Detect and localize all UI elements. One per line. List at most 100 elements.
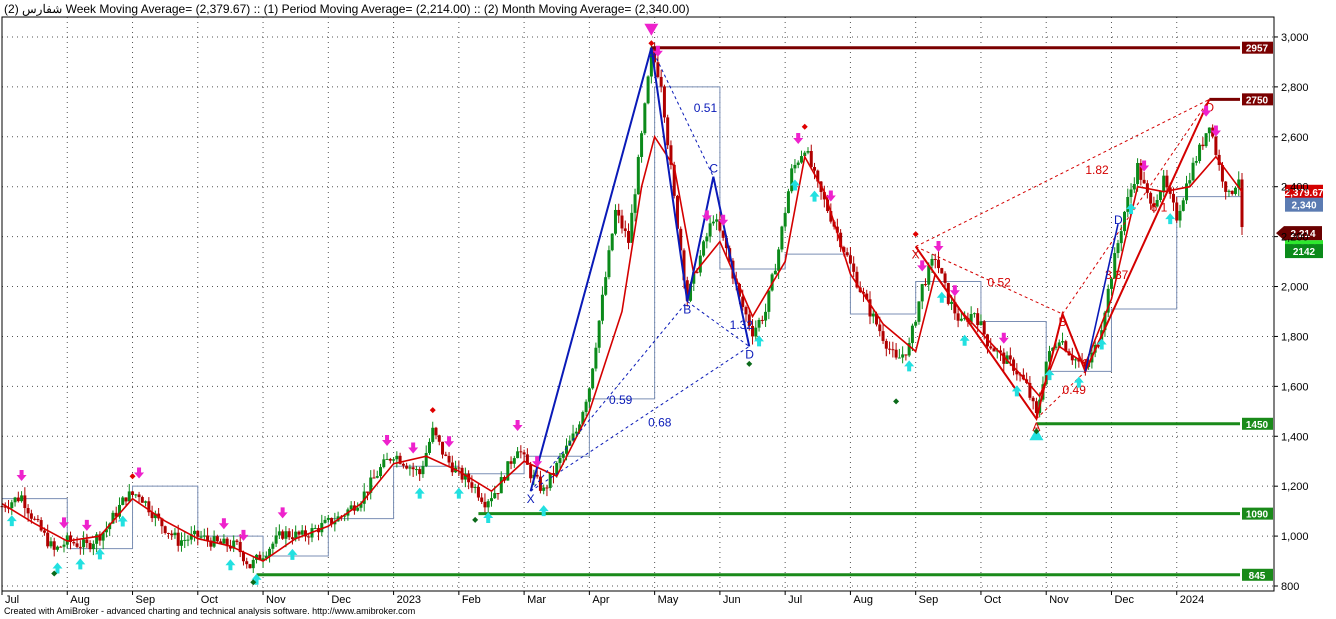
candle-body (1188, 180, 1192, 184)
level-tag-label: 2750 (1246, 95, 1269, 106)
candle-body (39, 520, 43, 531)
candle-body (486, 501, 490, 508)
candle-body (385, 458, 389, 460)
candle-body (516, 451, 520, 459)
candle-body (26, 508, 30, 514)
buy-arrow (936, 291, 947, 303)
candle-body (943, 273, 947, 283)
candle-body (496, 493, 500, 495)
candle-body (891, 349, 895, 351)
candle-body (375, 476, 379, 478)
blue-ratio-label: 1.32 (730, 318, 754, 332)
blue-point-label: C (709, 162, 718, 176)
candle-body (365, 491, 369, 493)
sell-arrow (16, 469, 27, 481)
red-ratio-line (1062, 99, 1210, 315)
candle-body (662, 86, 666, 118)
red-ratio-label: 6.1 (1151, 201, 1168, 215)
candle-body (584, 401, 588, 413)
candle-body (881, 331, 885, 341)
candle-body (241, 552, 245, 562)
candle-body (173, 532, 177, 536)
candle-body (708, 223, 712, 237)
candle-body (796, 162, 800, 165)
buy-arrow (809, 190, 820, 202)
candle-body (813, 167, 817, 171)
candle-body (780, 226, 784, 250)
candle-body (186, 539, 190, 541)
level-tag-label: 2957 (1246, 44, 1269, 55)
candle-body (457, 467, 461, 469)
blue-point-label: X (527, 492, 535, 506)
candle-body (131, 491, 135, 495)
candle-body (163, 526, 167, 533)
candle-body (1136, 163, 1140, 185)
x-tick-label: 2023 (397, 594, 421, 606)
candle-body (897, 357, 901, 359)
candle-body (1074, 359, 1078, 361)
candle-body (427, 441, 431, 453)
red-ratio-label: 0.49 (1063, 383, 1087, 397)
candle-body (388, 458, 392, 461)
y-tick-label: 1,000 (1281, 531, 1309, 543)
candle-body (878, 324, 882, 332)
candle-body (166, 532, 170, 534)
candle-body (382, 459, 386, 468)
x-tick-label: Dec (331, 594, 351, 606)
candle-body (597, 320, 601, 348)
sell-arrow (218, 518, 229, 530)
buy-arrow (287, 548, 298, 560)
candle-body (871, 313, 875, 317)
candle-body (1233, 187, 1237, 194)
candle-body (287, 531, 291, 538)
candle-body (476, 486, 480, 498)
candle-body (499, 477, 503, 494)
candle-body (1230, 190, 1234, 194)
candle-body (215, 536, 219, 542)
candle-body (783, 213, 787, 227)
candle-body (281, 531, 285, 539)
candle-body (444, 454, 448, 456)
sell-arrow (933, 240, 944, 252)
candle-body (307, 536, 311, 538)
candle-body (920, 284, 924, 302)
candle-body (222, 538, 226, 544)
x-tick-label: Nov (1049, 594, 1069, 606)
candle-body (548, 473, 552, 489)
candle-body (20, 495, 24, 502)
blue-point-label: B (683, 303, 691, 317)
candle-body (1008, 355, 1012, 360)
buy-arrow (904, 360, 915, 372)
candle-body (1165, 175, 1169, 188)
candle-body (470, 482, 474, 488)
x-tick-label: Nov (266, 594, 286, 606)
candle-body (85, 539, 89, 543)
candle-body (411, 467, 415, 470)
candle-body (196, 530, 200, 537)
red-point-label: X (912, 248, 920, 262)
x-tick-label: Sep (136, 594, 156, 606)
candle-body (202, 535, 206, 537)
candle-body (1214, 136, 1218, 155)
candle-body (937, 259, 941, 269)
x-tick-label: Jun (723, 594, 741, 606)
candle-body (379, 467, 383, 477)
candle-body (950, 301, 954, 304)
candle-body (594, 347, 598, 369)
sell-arrow (382, 435, 393, 447)
candle-body (424, 452, 428, 467)
x-tick-label: Jul (5, 594, 19, 606)
candle-body (137, 494, 141, 498)
candle-body (623, 228, 627, 231)
candle-body (1227, 190, 1231, 192)
candle-body (434, 427, 438, 436)
buy-arrow (75, 558, 86, 570)
price-chart[interactable]: 29572750145010908452,379.672,3402,214214… (0, 0, 1336, 619)
candle-body (545, 487, 549, 489)
y-tick-label: 800 (1281, 581, 1299, 593)
buy-arrow (414, 487, 425, 499)
candle-body (1207, 127, 1211, 134)
candle-body (607, 250, 611, 278)
blue-point-label: D (745, 347, 754, 361)
candle-body (786, 191, 790, 214)
